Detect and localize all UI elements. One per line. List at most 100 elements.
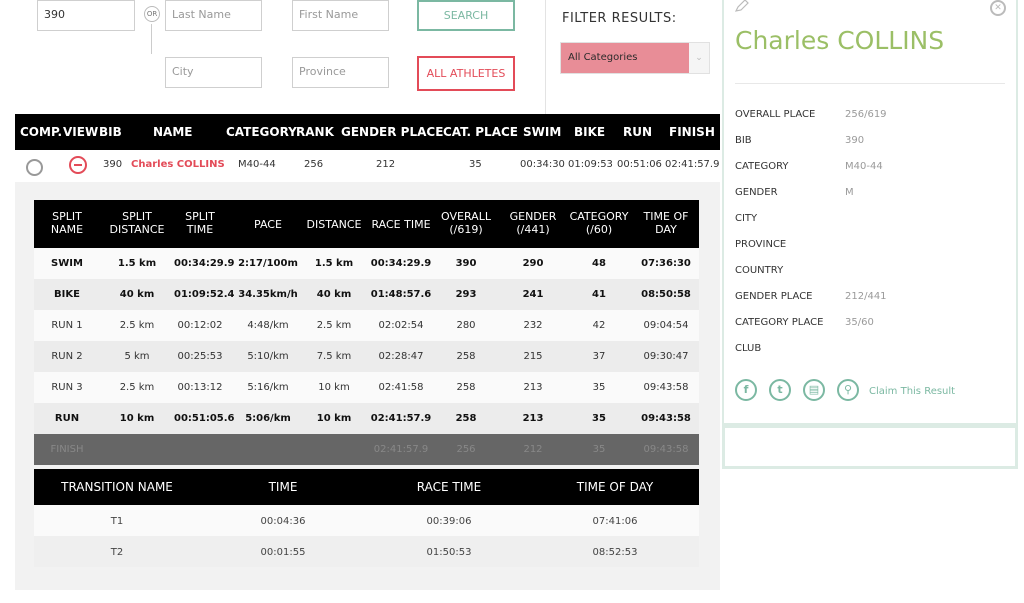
cell-gender: 212	[523, 444, 543, 455]
document-icon[interactable]: ▤	[803, 379, 825, 401]
cell-split-name: FINISH	[50, 444, 84, 455]
or-divider: OR	[144, 6, 160, 22]
col-bike: BIKE	[574, 125, 606, 139]
cell-distance: 40 km	[316, 289, 352, 300]
cell-race-time: 01:48:57.6	[370, 289, 432, 300]
trans-cell: T2	[110, 547, 124, 558]
row-cat-place: 35	[469, 159, 482, 170]
table-row: RUN 3 2.5 km 00:13:12 5:16/km 10 km 02:41:58 2…	[34, 372, 699, 403]
category-select-value: All Categories	[568, 52, 638, 63]
cell-split-distance: 1.5 km	[117, 258, 157, 269]
table-row: SWIM 1.5 km 00:34:29.9 2:17/100m 1.5 km 00:34…	[34, 248, 699, 279]
cell-split-distance: 2.5 km	[119, 320, 155, 331]
finish-row: FINISH 02:41:57.9 256 212 35 09:43:58	[34, 434, 699, 465]
cell-race-time: 02:41:57.9	[370, 413, 432, 424]
cell-split-time: 00:12:02	[177, 320, 223, 331]
split-col-total-distance: DISTANCE	[306, 218, 362, 231]
cell-split-time: 01:09:52.4	[174, 289, 235, 300]
edit-icon[interactable]	[735, 0, 749, 12]
cell-split-name: SWIM	[51, 258, 83, 269]
cell-split-time: 00:34:29.9	[174, 258, 235, 269]
city-input[interactable]: City	[165, 57, 262, 88]
info-label: CITY	[735, 213, 758, 224]
cell-category: 37	[592, 351, 606, 362]
row-finish: 02:41:57.9	[665, 159, 720, 170]
col-category: CATEGORY	[226, 125, 297, 139]
province-input[interactable]: Province	[292, 57, 389, 88]
trans-col-time-of-day: TIME OF DAY	[576, 480, 654, 494]
bib-input[interactable]: 390	[37, 0, 135, 31]
cell-split-time: 00:51:05.6	[174, 413, 235, 424]
athlete-panel-footer	[722, 425, 1018, 469]
info-value: 212/441	[845, 291, 887, 302]
cell-gender: 215	[523, 351, 543, 362]
category-select[interactable]: All Categories ⌄	[560, 42, 710, 74]
col-bib: BIB	[99, 125, 122, 139]
col-run: RUN	[623, 125, 653, 139]
filter-title: FILTER RESULTS:	[562, 11, 677, 26]
trans-cell: 00:39:06	[426, 516, 472, 527]
split-col-time: SPLIT TIME	[185, 210, 215, 236]
row-bib: 390	[103, 159, 123, 170]
info-value: M	[845, 187, 854, 198]
cell-overall: 293	[455, 289, 477, 300]
col-gender-place: GENDER PLACE	[341, 125, 444, 139]
trans-cell: 07:41:06	[592, 516, 638, 527]
cell-race-time: 02:41:58	[378, 382, 424, 393]
cell-time-of-day: 09:04:54	[643, 320, 689, 331]
col-swim: SWIM	[523, 125, 562, 139]
col-name: NAME	[153, 125, 193, 139]
info-label: COUNTRY	[735, 265, 784, 276]
row-gender-place: 212	[376, 159, 396, 170]
cell-time-of-day: 09:43:58	[641, 413, 691, 424]
splits-table: SPLIT NAME SPLIT DISTANCE SPLIT TIME PAC…	[34, 200, 699, 465]
col-cat-place: CAT. PLACE	[443, 125, 518, 139]
cell-category: 35	[592, 413, 606, 424]
search-icon[interactable]: ⚲	[837, 379, 859, 401]
cell-overall: 280	[456, 320, 476, 331]
or-line	[151, 24, 152, 54]
cell-race-time: 02:41:57.9	[373, 444, 429, 455]
cell-gender: 213	[523, 382, 543, 393]
table-row: T2 00:01:55 01:50:53 08:52:53	[34, 536, 699, 567]
cell-distance: 1.5 km	[314, 258, 354, 269]
info-value: 35/60	[845, 317, 874, 328]
cell-pace: 5:10/km	[247, 351, 289, 362]
cell-time-of-day: 07:36:30	[641, 258, 691, 269]
cell-split-name: BIKE	[54, 289, 80, 300]
row-swim: 00:34:30	[520, 159, 565, 170]
cell-race-time: 02:28:47	[378, 351, 424, 362]
cell-pace: 4:48/km	[247, 320, 289, 331]
trans-cell: 01:50:53	[426, 547, 472, 558]
trans-cell: 08:52:53	[592, 547, 638, 558]
split-col-distance: SPLIT DISTANCE	[109, 210, 165, 236]
info-label: GENDER PLACE	[735, 291, 813, 302]
split-col-pace: PACE	[254, 218, 282, 231]
all-athletes-button[interactable]: ALL ATHLETES	[417, 56, 515, 91]
info-value: 256/619	[845, 109, 887, 120]
collapse-icon[interactable]	[69, 156, 87, 174]
table-row: RUN 2 5 km 00:25:53 5:10/km 7.5 km 02:28:47 25…	[34, 341, 699, 372]
first-name-input[interactable]: First Name	[292, 0, 389, 31]
claim-result-link[interactable]: Claim This Result	[869, 386, 955, 397]
athlete-panel: ✕ Charles COLLINS OVERALL PLACE 256/619 BI…	[722, 0, 1018, 425]
transitions-header: TRANSITION NAME TIME RACE TIME TIME OF D…	[34, 469, 699, 505]
cell-pace: 34.35km/h	[238, 289, 298, 300]
split-col-overall: OVERALL (/619)	[441, 210, 491, 236]
row-name-link[interactable]: Charles COLLINS	[131, 159, 225, 170]
info-value: M40-44	[845, 161, 883, 172]
cell-gender: 241	[522, 289, 544, 300]
compare-radio[interactable]	[26, 159, 43, 176]
close-icon[interactable]: ✕	[990, 0, 1006, 16]
cell-overall: 258	[456, 351, 476, 362]
facebook-icon[interactable]: f	[735, 379, 757, 401]
splits-body: SWIM 1.5 km 00:34:29.9 2:17/100m 1.5 km 00:34…	[34, 248, 699, 465]
last-name-input[interactable]: Last Name	[165, 0, 262, 31]
cell-race-time: 02:02:54	[378, 320, 424, 331]
result-row[interactable]: 390 Charles COLLINS M40-44 256 212 35 00…	[15, 150, 720, 182]
cell-split-name: RUN 1	[51, 320, 83, 331]
twitter-icon[interactable]: t	[769, 379, 791, 401]
search-button[interactable]: SEARCH	[417, 0, 515, 31]
table-row: BIKE 40 km 01:09:52.4 34.35km/h 40 km 01:48:5…	[34, 279, 699, 310]
divider	[735, 83, 1005, 84]
